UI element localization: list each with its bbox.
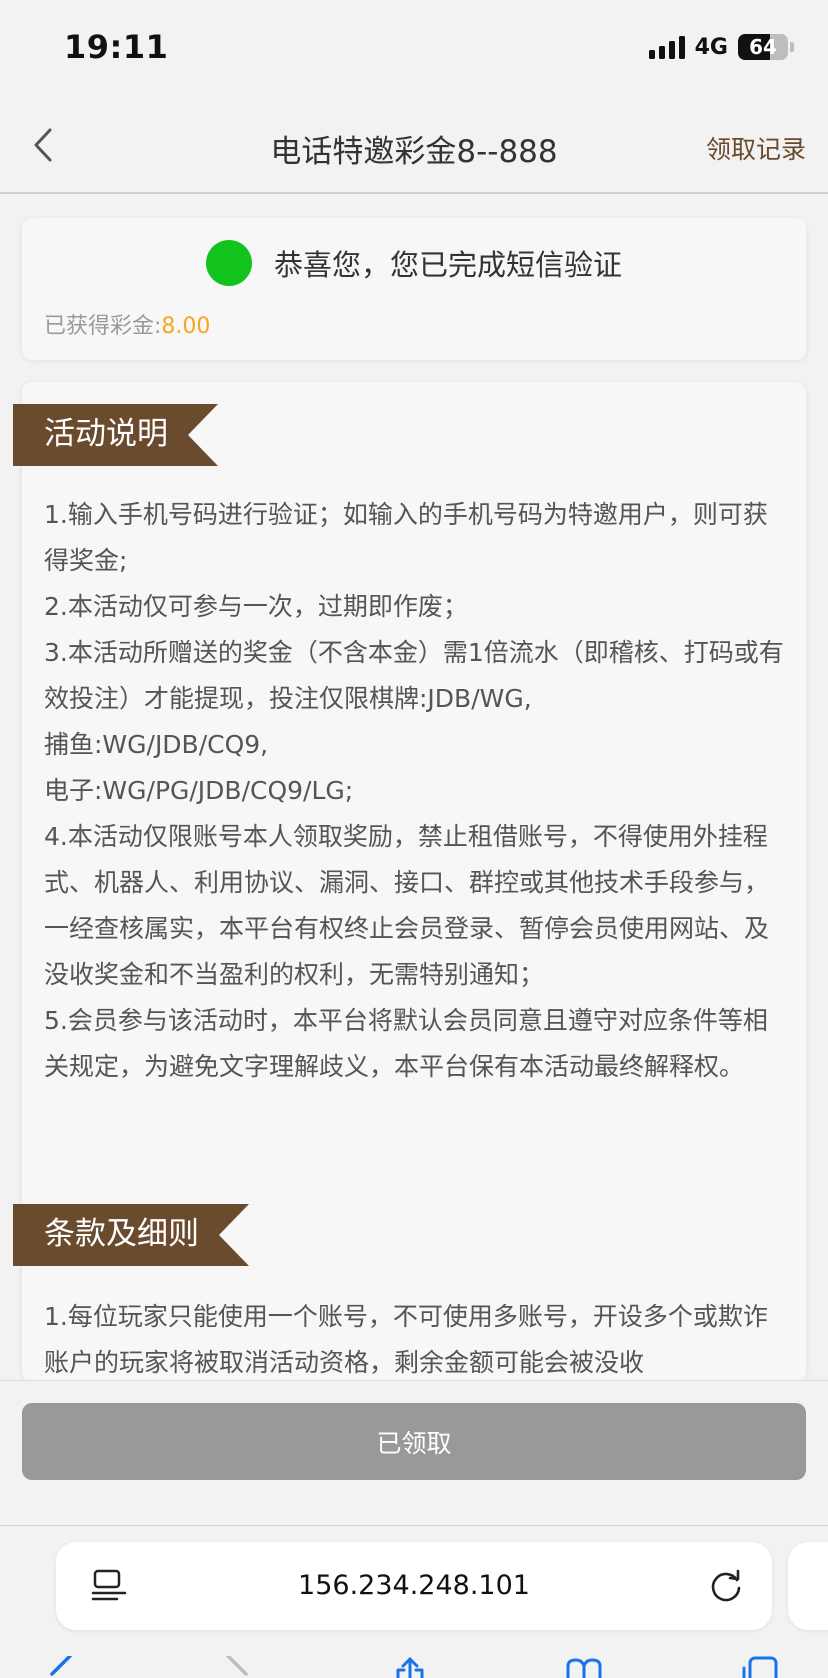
rules-card: 活动说明 1.输入手机号码进行验证；如输入的手机号码为特邀用户，则可获得奖金; …	[22, 382, 806, 1382]
claim-record-link[interactable]: 领取记录	[706, 130, 806, 166]
claimed-button[interactable]: 已领取	[22, 1403, 806, 1480]
terms-ribbon: 条款及细则	[13, 1204, 249, 1266]
rule-item: 4.本活动仅限账号本人领取奖励，禁止租借账号，不得使用外挂程式、机器人、利用协议…	[44, 822, 770, 989]
success-message: 恭喜您，您已完成短信验证	[273, 248, 622, 282]
rule-item: 2.本活动仅可参与一次，过期即作废；	[44, 592, 468, 621]
battery-icon: 64	[738, 34, 788, 60]
browser-toolbar	[0, 1656, 828, 1678]
rule-item: 捕鱼:WG/JDB/CQ9,	[44, 730, 269, 759]
bookmarks-icon[interactable]	[564, 1656, 604, 1678]
address-bar[interactable]: 156.234.248.101	[56, 1542, 772, 1630]
verification-success-card: 恭喜您，您已完成短信验证 已获得彩金:8.00	[22, 218, 806, 360]
status-bar: 19:11 4G 64	[0, 0, 828, 100]
rule-item: 1.输入手机号码进行验证；如输入的手机号码为特邀用户，则可获得奖金;	[44, 500, 768, 575]
claim-area: 已领取	[0, 1380, 828, 1525]
url-text: 156.234.248.101	[298, 1570, 530, 1601]
success-dot-icon	[205, 240, 252, 286]
page-title: 电话特邀彩金8--888	[270, 134, 558, 170]
signal-icon	[648, 35, 685, 59]
rule-item: 5.会员参与该活动时，本平台将默认会员同意且遵守对应条件等相关规定，为避免文字理…	[44, 1006, 768, 1081]
rule-item: 3.本活动所赠送的奖金（不含本金）需1倍流水（即稽核、打码或有效投注）才能提现，…	[44, 638, 784, 713]
share-icon[interactable]	[390, 1656, 430, 1678]
terms-text: 1.每位玩家只能使用一个账号，不可使用多账号，开设多个或欺诈账户的玩家将被取消活…	[44, 1294, 784, 1384]
bonus-line: 已获得彩金:8.00	[44, 308, 210, 340]
browser-forward-icon[interactable]	[218, 1656, 258, 1678]
battery-tip	[790, 42, 794, 52]
battery-level: 64	[749, 35, 777, 59]
bonus-label: 已获得彩金:	[44, 314, 162, 339]
page: 19:11 4G 64 电话特邀彩金8--888 领取记录 恭喜您，您已完成短信…	[0, 0, 828, 1678]
network-type: 4G	[694, 34, 728, 60]
reload-icon[interactable]	[706, 1566, 746, 1606]
browser-bottom-bar: 156.234.248.101	[0, 1525, 828, 1678]
activity-description-ribbon: 活动说明	[13, 404, 218, 466]
tabs-icon[interactable]	[740, 1656, 780, 1678]
bonus-value: 8.00	[161, 314, 211, 339]
activity-description-text: 1.输入手机号码进行验证；如输入的手机号码为特邀用户，则可获得奖金; 2.本活动…	[44, 492, 784, 1090]
status-time: 19:11	[64, 28, 169, 66]
success-row: 恭喜您，您已完成短信验证	[22, 240, 806, 286]
next-tab-preview[interactable]	[788, 1542, 828, 1630]
nav-bar: 电话特邀彩金8--888 领取记录	[0, 100, 828, 194]
rule-item: 电子:WG/PG/JDB/CQ9/LG;	[44, 776, 354, 805]
status-indicators: 4G 64	[648, 34, 794, 60]
browser-back-icon[interactable]	[40, 1656, 80, 1678]
terms-item: 1.每位玩家只能使用一个账号，不可使用多账号，开设多个或欺诈账户的玩家将被取消活…	[44, 1302, 768, 1377]
